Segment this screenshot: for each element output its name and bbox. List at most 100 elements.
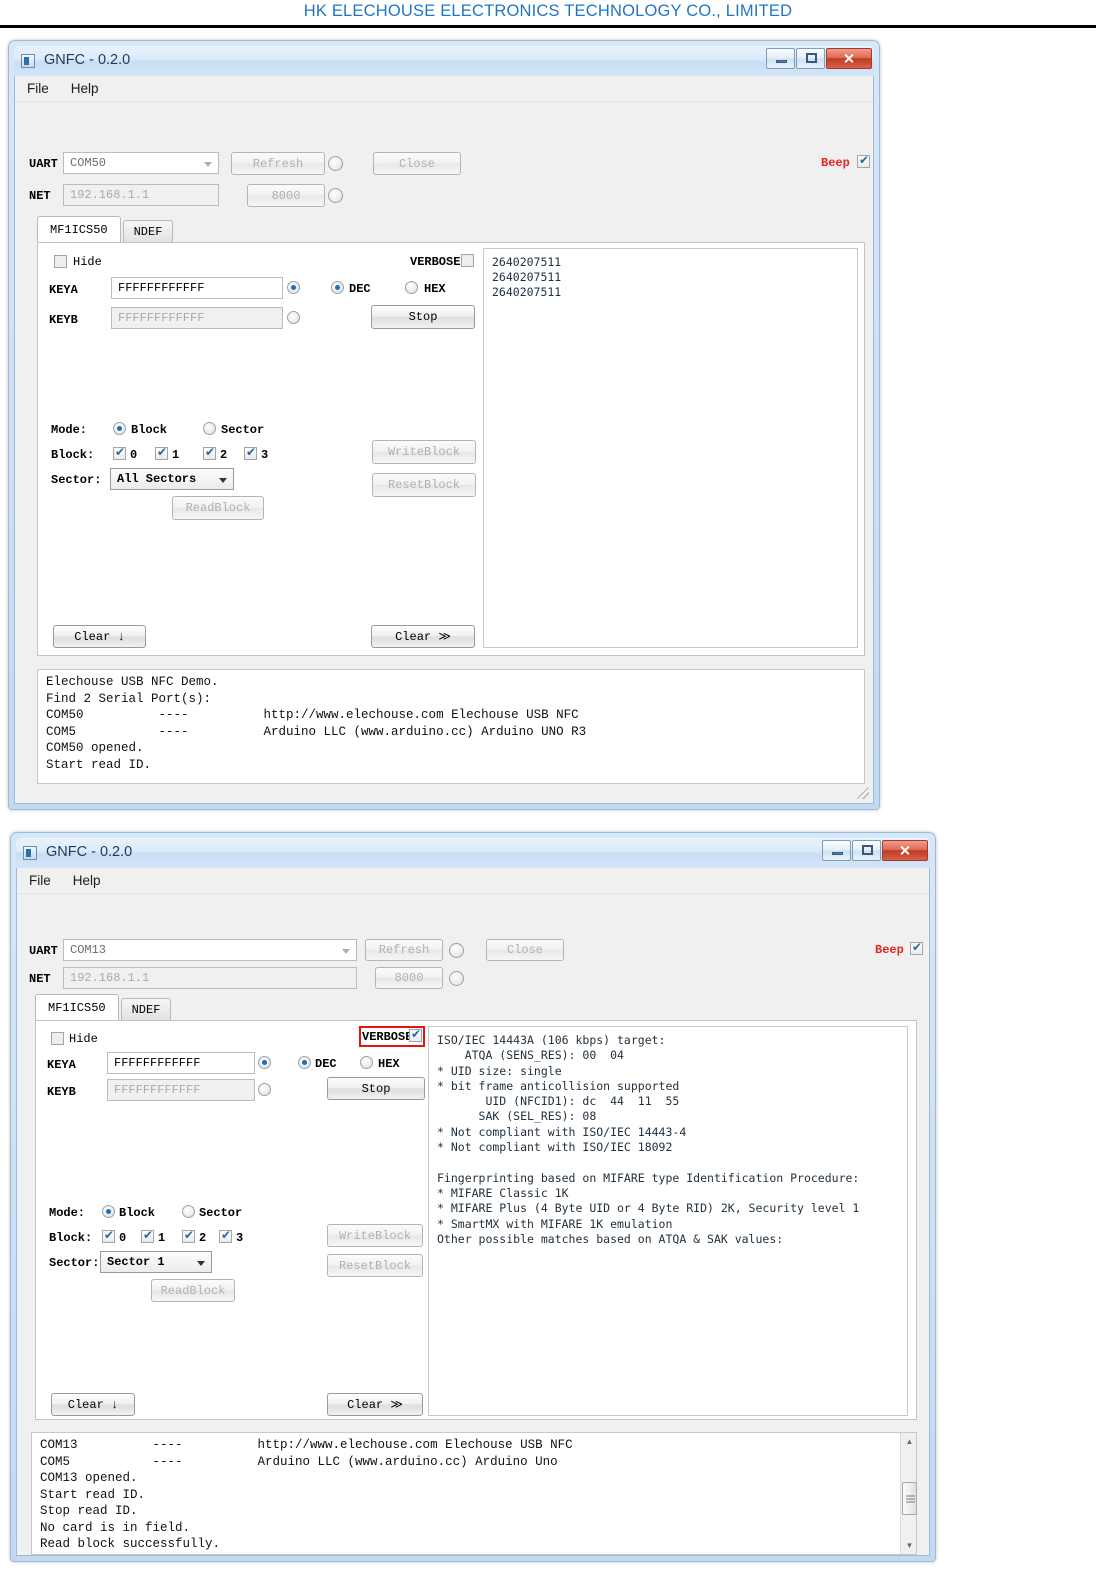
close-button[interactable]: ✕	[826, 48, 872, 69]
app-icon	[21, 54, 35, 68]
window-1-titlebar[interactable]: GNFC - 0.2.0 ✕	[14, 46, 874, 76]
keyb-input[interactable]: FFFFFFFFFFFF	[111, 307, 283, 329]
hex-radio[interactable]	[405, 281, 418, 294]
refresh-button[interactable]: Refresh	[365, 939, 443, 961]
dec-radio[interactable]	[298, 1056, 311, 1069]
clear-right-button[interactable]: Clear ≫	[371, 625, 475, 648]
beep-checkbox[interactable]	[857, 153, 870, 168]
net-ip-input[interactable]: 192.168.1.1	[63, 184, 219, 206]
uart-mode-radio[interactable]	[328, 156, 343, 171]
header-divider-rule	[0, 25, 1096, 28]
keya-input[interactable]: FFFFFFFFFFFF	[111, 277, 283, 299]
mode-block-radio[interactable]	[102, 1205, 115, 1218]
close-port-button[interactable]: Close	[373, 152, 461, 175]
block-checkbox-0-label: 0	[119, 1231, 127, 1245]
keya-radio[interactable]	[258, 1056, 271, 1069]
maximize-button[interactable]	[852, 840, 881, 861]
dec-radio[interactable]	[331, 281, 344, 294]
verbose-checkbox[interactable]	[461, 254, 474, 267]
tab-ndef[interactable]: NDEF	[120, 998, 172, 1020]
window-2-controls: ✕	[821, 840, 928, 861]
clear-left-button[interactable]: Clear ↓	[51, 1393, 135, 1416]
uart-port-combobox[interactable]: COM50	[63, 152, 219, 174]
scroll-up-arrow[interactable]: ▲	[901, 1433, 918, 1450]
block-checkbox-3[interactable]	[244, 445, 257, 460]
tab-mf1ics50[interactable]: MF1ICS50	[35, 994, 119, 1020]
block-checkbox-3[interactable]	[219, 1228, 232, 1243]
sector-select[interactable]: All Sectors	[110, 468, 234, 490]
keya-value: FFFFFFFFFFFF	[114, 1056, 201, 1070]
clear-left-label: Clear ↓	[67, 1397, 119, 1412]
hex-radio[interactable]	[360, 1056, 373, 1069]
page-header: HK ELECHOUSE ELECTRONICS TECHNOLOGY CO.,…	[0, 0, 1096, 24]
maximize-button[interactable]	[796, 48, 825, 69]
read-block-button[interactable]: ReadBlock	[151, 1279, 235, 1302]
keyb-radio[interactable]	[258, 1083, 271, 1096]
uart-label: UART	[29, 944, 58, 958]
beep-label: Beep	[875, 943, 904, 957]
tab-mf1ics50[interactable]: MF1ICS50	[37, 216, 121, 242]
window-1-title: GNFC - 0.2.0	[44, 52, 131, 68]
keya-input[interactable]: FFFFFFFFFFFF	[107, 1052, 255, 1074]
close-button[interactable]: ✕	[882, 840, 928, 861]
window-1-log-textarea[interactable]: Elechouse USB NFC Demo. Find 2 Serial Po…	[37, 669, 865, 784]
clear-right-button[interactable]: Clear ≫	[327, 1393, 423, 1416]
tab-ndef[interactable]: NDEF	[122, 220, 174, 242]
block-checkbox-2[interactable]	[182, 1228, 195, 1243]
refresh-button[interactable]: Refresh	[231, 152, 325, 175]
resize-grip[interactable]	[857, 787, 869, 799]
maximize-icon	[806, 53, 817, 63]
mode-block-radio[interactable]	[113, 422, 126, 435]
write-block-button[interactable]: WriteBlock	[372, 440, 476, 464]
hide-checkbox[interactable]	[51, 1032, 64, 1045]
sector-select[interactable]: Sector 1	[100, 1251, 212, 1273]
menu-file[interactable]: File	[27, 81, 49, 96]
log-scrollbar[interactable]: ▲ ▼	[900, 1432, 917, 1555]
close-port-label: Close	[506, 943, 543, 957]
reset-block-button[interactable]: ResetBlock	[327, 1254, 423, 1277]
beep-checkbox[interactable]	[910, 940, 923, 955]
block-checkbox-2[interactable]	[203, 445, 216, 460]
keya-radio[interactable]	[287, 281, 300, 294]
keyb-radio[interactable]	[287, 311, 300, 324]
window-2-log-textarea[interactable]: COM13 ---- http://www.elechouse.com Elec…	[31, 1432, 917, 1555]
window-2-titlebar[interactable]: GNFC - 0.2.0 ✕	[16, 838, 930, 868]
mode-sector-radio[interactable]	[182, 1205, 195, 1218]
close-port-button[interactable]: Close	[486, 939, 564, 961]
hide-checkbox[interactable]	[54, 255, 67, 268]
net-mode-radio[interactable]	[328, 188, 343, 203]
stop-button[interactable]: Stop	[371, 305, 475, 329]
reset-block-label: ResetBlock	[387, 478, 460, 492]
minimize-button[interactable]	[822, 840, 851, 861]
menu-file[interactable]: File	[29, 873, 51, 888]
mode-block-label: Block	[119, 1206, 156, 1220]
minimize-button[interactable]	[766, 48, 795, 69]
net-port-button[interactable]: 8000	[247, 184, 325, 207]
write-block-button[interactable]: WriteBlock	[327, 1224, 423, 1247]
mode-sector-radio[interactable]	[203, 422, 216, 435]
net-mode-radio[interactable]	[449, 971, 464, 986]
card-output-textarea[interactable]: 2640207511 2640207511 2640207511	[483, 248, 858, 648]
menu-help[interactable]: Help	[73, 873, 101, 888]
menu-help[interactable]: Help	[71, 81, 99, 96]
scroll-thumb[interactable]	[902, 1482, 917, 1515]
uart-port-combobox[interactable]: COM13	[63, 939, 357, 961]
window-1-tabs: MF1ICS50 NDEF	[37, 216, 174, 242]
reset-block-button[interactable]: ResetBlock	[372, 473, 476, 497]
keyb-input[interactable]: FFFFFFFFFFFF	[107, 1079, 255, 1101]
stop-button[interactable]: Stop	[327, 1077, 425, 1100]
scroll-down-arrow[interactable]: ▼	[901, 1537, 918, 1554]
uart-mode-radio[interactable]	[449, 943, 464, 958]
net-ip-input[interactable]: 192.168.1.1	[63, 967, 357, 989]
verbose-checkbox[interactable]	[409, 1027, 422, 1042]
net-port-button[interactable]: 8000	[375, 967, 443, 989]
clear-left-button[interactable]: Clear ↓	[53, 625, 146, 648]
read-block-button[interactable]: ReadBlock	[172, 496, 264, 520]
window-2-tabs: MF1ICS50 NDEF	[35, 994, 172, 1020]
verbose-output-textarea[interactable]: ISO/IEC 14443A (106 kbps) target: ATQA (…	[428, 1026, 908, 1416]
block-checkbox-0[interactable]	[113, 445, 126, 460]
block-checkbox-1[interactable]	[141, 1228, 154, 1243]
block-checkbox-0[interactable]	[102, 1228, 115, 1243]
keya-label: KEYA	[49, 283, 78, 297]
block-checkbox-1[interactable]	[155, 445, 168, 460]
